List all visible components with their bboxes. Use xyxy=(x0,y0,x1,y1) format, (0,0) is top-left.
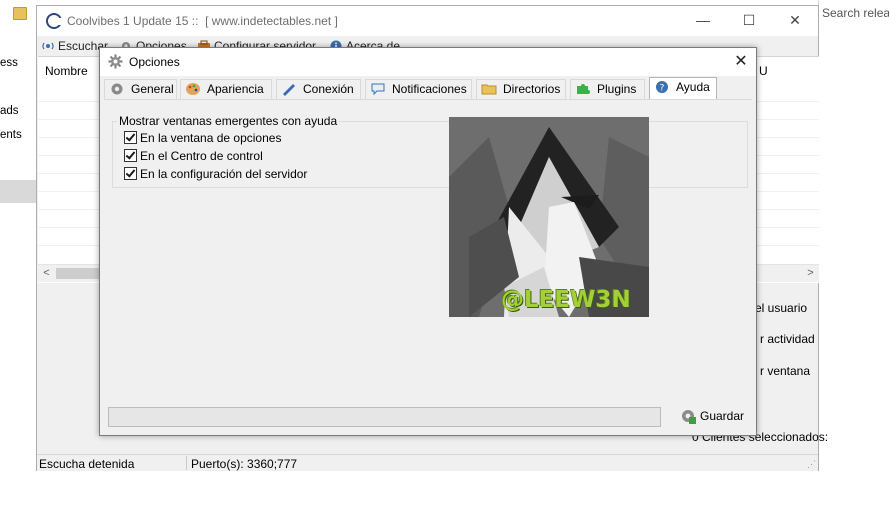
tab-label: Apariencia xyxy=(207,82,264,96)
palette-icon xyxy=(185,82,201,96)
maximize-button[interactable]: ☐ xyxy=(726,6,772,36)
checkbox-checked[interactable] xyxy=(124,167,137,180)
minimize-button[interactable]: — xyxy=(680,6,726,36)
tab-label: Notificaciones xyxy=(392,82,467,96)
checkbox-opciones[interactable]: En la ventana de opciones xyxy=(124,131,281,145)
status-escucha: Escucha detenida xyxy=(39,457,135,471)
scroll-left-arrow-icon[interactable]: < xyxy=(38,265,55,282)
sidebar-item[interactable]: ads xyxy=(0,105,19,117)
scroll-right-arrow-icon[interactable]: > xyxy=(802,265,819,282)
group-title: Mostrar ventanas emergentes con ayuda xyxy=(117,114,340,128)
tab-notificaciones[interactable]: Notificaciones xyxy=(365,79,472,99)
tab-label: Ayuda xyxy=(676,80,710,94)
sidebar-item[interactable]: ents xyxy=(0,129,22,141)
window-titlebar[interactable]: Coolvibes 1 Update 15 :: [ www.indetecta… xyxy=(37,6,818,36)
window-title-name: Coolvibes 1 Update 15 :: xyxy=(67,14,199,28)
svg-text:?: ? xyxy=(660,84,665,94)
checkbox-label: En el Centro de control xyxy=(140,149,263,163)
action-actividad[interactable]: r actividad xyxy=(760,332,815,346)
status-bar: Escucha detenida Puerto(s): 3360;777 ⋰ xyxy=(37,454,818,471)
gear-icon xyxy=(108,54,123,69)
app-logo-icon xyxy=(46,13,63,29)
window-title-url: [ www.indetectables.net ] xyxy=(205,14,338,28)
gear-icon xyxy=(109,82,125,96)
checkbox-label: En la configuración del servidor xyxy=(140,167,308,181)
close-button[interactable]: ✕ xyxy=(772,6,818,36)
column-header-partial[interactable]: U xyxy=(759,64,768,78)
sidebar-selected-item[interactable] xyxy=(0,180,36,203)
guardar-label: Guardar xyxy=(700,409,745,423)
help-illustration: @LEEW3N xyxy=(449,117,649,317)
action-ventana[interactable]: r ventana xyxy=(760,364,810,378)
checkbox-label: En la ventana de opciones xyxy=(140,131,282,145)
checkbox-config-servidor[interactable]: En la configuración del servidor xyxy=(124,167,307,181)
help-icon: ? xyxy=(654,80,670,94)
sidebar-item[interactable]: ess xyxy=(0,57,18,69)
tab-label: Conexión xyxy=(303,82,354,96)
status-separator xyxy=(186,456,187,470)
tab-plugins[interactable]: Plugins xyxy=(570,79,645,99)
ayuda-tab-panel: Mostrar ventanas emergentes con ayuda En… xyxy=(104,99,752,404)
tab-label: General xyxy=(131,82,174,96)
dialog-title: Opciones xyxy=(129,55,180,69)
image-watermark: @LEEW3N xyxy=(501,287,631,313)
search-input[interactable]: Search releas xyxy=(818,0,889,26)
checkbox-centro-control[interactable]: En el Centro de control xyxy=(124,149,263,163)
dialog-close-button[interactable]: ✕ xyxy=(726,48,756,76)
dialog-titlebar[interactable]: Opciones ✕ xyxy=(100,48,756,76)
popup-help-group: Mostrar ventanas emergentes con ayuda En… xyxy=(112,114,748,188)
checkbox-checked[interactable] xyxy=(124,149,137,162)
gear-save-icon xyxy=(680,408,696,424)
progress-bar xyxy=(108,407,661,427)
opciones-dialog: Opciones ✕ General Apariencia Conexión N… xyxy=(99,47,757,436)
window-title: Coolvibes 1 Update 15 :: [ www.indetecta… xyxy=(67,14,338,28)
status-puertos: Puerto(s): 3360;777 xyxy=(191,457,298,471)
checkbox-checked[interactable] xyxy=(124,131,137,144)
folder-icon xyxy=(13,7,27,20)
tab-label: Plugins xyxy=(597,82,637,96)
tab-directorios[interactable]: Directorios xyxy=(476,79,566,99)
folder-icon xyxy=(481,82,497,96)
puzzle-icon xyxy=(575,82,591,96)
antenna-icon xyxy=(41,40,55,52)
tab-conexion[interactable]: Conexión xyxy=(276,79,361,99)
options-tabs: General Apariencia Conexión Notificacion… xyxy=(104,77,754,100)
tab-general[interactable]: General xyxy=(104,79,177,99)
background-explorer-sidebar: ess ads ents xyxy=(0,0,36,523)
speech-bubble-icon xyxy=(370,82,386,96)
menu-escuchar[interactable]: Escuchar xyxy=(41,39,108,53)
search-placeholder: Search releas xyxy=(822,6,889,20)
tab-apariencia[interactable]: Apariencia xyxy=(180,79,272,99)
tab-label: Directorios xyxy=(503,82,561,96)
column-header-nombre[interactable]: Nombre xyxy=(45,64,88,78)
tab-ayuda[interactable]: ? Ayuda xyxy=(649,77,717,100)
guardar-button[interactable]: Guardar xyxy=(680,408,746,428)
resize-grip-icon[interactable]: ⋰ xyxy=(807,459,816,470)
plug-icon xyxy=(281,82,297,96)
action-usuario[interactable]: el usuario xyxy=(755,301,807,315)
